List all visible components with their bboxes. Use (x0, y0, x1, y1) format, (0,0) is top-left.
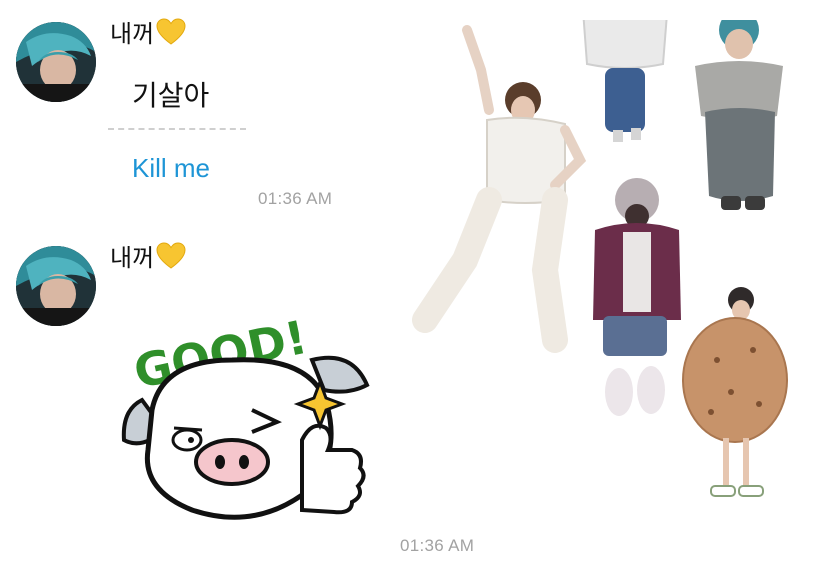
sender-name-text: 내꺼 (110, 244, 155, 272)
crouching-person-figure (695, 20, 783, 210)
message-timestamp: 01:36 AM (258, 189, 333, 208)
sender-name: 내꺼 (110, 238, 186, 273)
translated-text[interactable]: Kill me (132, 153, 210, 184)
avatar-photo (16, 22, 96, 102)
translation-divider (108, 128, 246, 130)
sender-name-text: 내꺼 (110, 20, 155, 48)
potato-costume-figure (682, 287, 788, 497)
message-text[interactable]: 기살아 (132, 74, 209, 114)
pig-sticker[interactable]: GOOD! (112, 290, 382, 530)
standing-person-figure (582, 20, 668, 142)
yellow-heart-icon (156, 17, 186, 46)
avatar[interactable] (16, 22, 96, 102)
avatar-photo (16, 246, 96, 326)
dancing-person-figure (412, 25, 587, 353)
background-stickers (405, 20, 825, 520)
yellow-heart-icon (156, 241, 186, 270)
hooded-person-figure (593, 178, 681, 416)
message-timestamp: 01:36 AM (400, 536, 475, 555)
sender-name: 내꺼 (110, 14, 186, 49)
avatar[interactable] (16, 246, 96, 326)
